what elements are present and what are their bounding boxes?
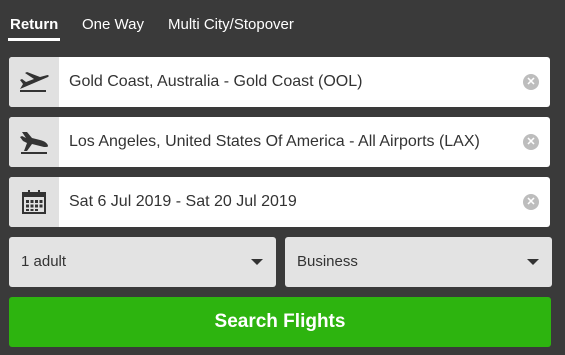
active-tab-indicator <box>8 38 60 41</box>
clear-origin-icon[interactable]: ✕ <box>523 74 539 90</box>
tab-multi-city[interactable]: Multi City/Stopover <box>168 16 294 33</box>
search-flights-button[interactable]: Search Flights <box>9 297 551 347</box>
passengers-value: 1 adult <box>21 253 67 270</box>
dates-field[interactable]: Sat 6 Jul 2019 - Sat 20 Jul 2019 ✕ <box>9 177 550 227</box>
destination-value: Los Angeles, United States Of America - … <box>69 133 480 150</box>
chevron-down-icon <box>251 259 263 265</box>
cabin-class-select[interactable]: Business <box>285 237 552 287</box>
plane-departure-icon <box>9 57 59 107</box>
clear-dates-icon[interactable]: ✕ <box>523 194 539 210</box>
cabin-class-value: Business <box>297 253 358 270</box>
dates-value: Sat 6 Jul 2019 - Sat 20 Jul 2019 <box>69 193 297 210</box>
plane-arrival-icon <box>9 117 59 167</box>
clear-destination-icon[interactable]: ✕ <box>523 134 539 150</box>
calendar-icon <box>9 177 59 227</box>
tab-return[interactable]: Return <box>10 16 58 33</box>
passengers-select[interactable]: 1 adult <box>9 237 276 287</box>
tab-one-way[interactable]: One Way <box>82 16 144 33</box>
chevron-down-icon <box>527 259 539 265</box>
origin-value: Gold Coast, Australia - Gold Coast (OOL) <box>69 73 363 90</box>
trip-type-tabs: Return One Way Multi City/Stopover <box>0 0 565 44</box>
origin-field[interactable]: Gold Coast, Australia - Gold Coast (OOL)… <box>9 57 550 107</box>
destination-field[interactable]: Los Angeles, United States Of America - … <box>9 117 550 167</box>
